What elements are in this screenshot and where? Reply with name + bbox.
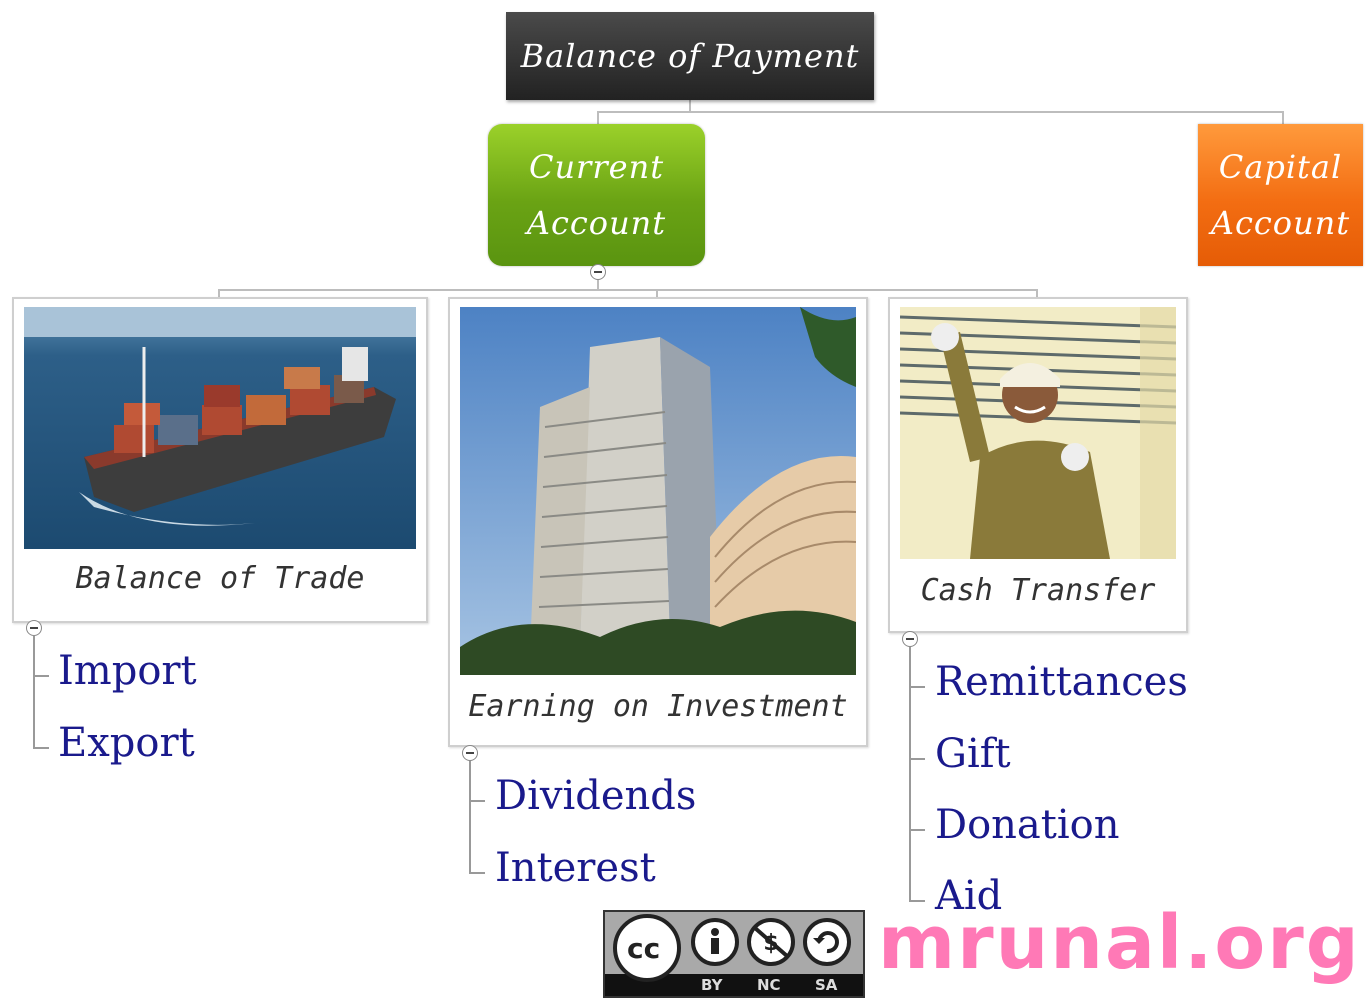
leaf-interest[interactable]: Interest xyxy=(495,845,656,891)
leaf-donation[interactable]: Donation xyxy=(935,802,1119,848)
leaf-remittances[interactable]: Remittances xyxy=(935,659,1188,705)
connector-root-horizontal xyxy=(597,111,1284,113)
tree-tick xyxy=(469,872,485,874)
leaf-dividends[interactable]: Dividends xyxy=(495,773,696,819)
cc-label: cc xyxy=(627,932,661,965)
cc-nc-label: NC xyxy=(757,976,781,994)
cc-by-label: BY xyxy=(701,976,723,994)
tree-tick xyxy=(33,675,49,677)
card-balance-of-trade[interactable]: Balance of Trade xyxy=(12,297,428,623)
earning-on-investment-collapse-toggle[interactable] xyxy=(462,745,478,761)
tree-tick xyxy=(469,800,485,802)
current-account-line1: Current xyxy=(528,148,665,186)
tree-tick xyxy=(909,758,925,760)
capital-account-line1: Capital xyxy=(1218,148,1343,186)
earning-on-investment-tree-line xyxy=(469,761,471,873)
current-account-line2: Account xyxy=(526,204,667,242)
tree-tick xyxy=(909,686,925,688)
cargo-ship-image xyxy=(24,307,416,549)
tree-tick xyxy=(909,829,925,831)
capital-account-node[interactable]: Capital Account xyxy=(1198,124,1363,266)
cc-sa-label: SA xyxy=(815,976,838,994)
card-balance-of-trade-caption: Balance of Trade xyxy=(75,561,365,596)
card-earning-on-investment[interactable]: Earning on Investment xyxy=(448,297,868,747)
leaf-import[interactable]: Import xyxy=(58,648,197,694)
card-cash-transfer[interactable]: Cash Transfer xyxy=(888,297,1188,633)
balance-of-trade-tree-line xyxy=(33,636,35,748)
leaf-export[interactable]: Export xyxy=(58,720,195,766)
cash-transfer-collapse-toggle[interactable] xyxy=(902,631,918,647)
root-node-label: Balance of Payment xyxy=(520,37,860,75)
root-node[interactable]: Balance of Payment xyxy=(506,12,874,100)
connector-to-capital xyxy=(1282,111,1284,125)
current-account-collapse-toggle[interactable] xyxy=(590,264,606,280)
balance-of-trade-collapse-toggle[interactable] xyxy=(26,620,42,636)
tree-tick xyxy=(33,747,49,749)
capital-account-line2: Account xyxy=(1210,204,1351,242)
connector-cards-horizontal xyxy=(218,289,1038,291)
worker-thumbs-up-image xyxy=(900,307,1176,559)
current-account-node[interactable]: Current Account xyxy=(488,124,705,266)
creative-commons-badge[interactable]: $ cc BY NC SA xyxy=(603,910,865,998)
card-earning-on-investment-caption: Earning on Investment xyxy=(468,689,848,724)
connector-to-current xyxy=(597,111,599,125)
leaf-gift[interactable]: Gift xyxy=(935,731,1011,777)
brand-watermark[interactable]: mrunal.org xyxy=(878,900,1361,986)
stock-exchange-building-image xyxy=(460,307,856,675)
card-cash-transfer-caption: Cash Transfer xyxy=(920,573,1156,608)
